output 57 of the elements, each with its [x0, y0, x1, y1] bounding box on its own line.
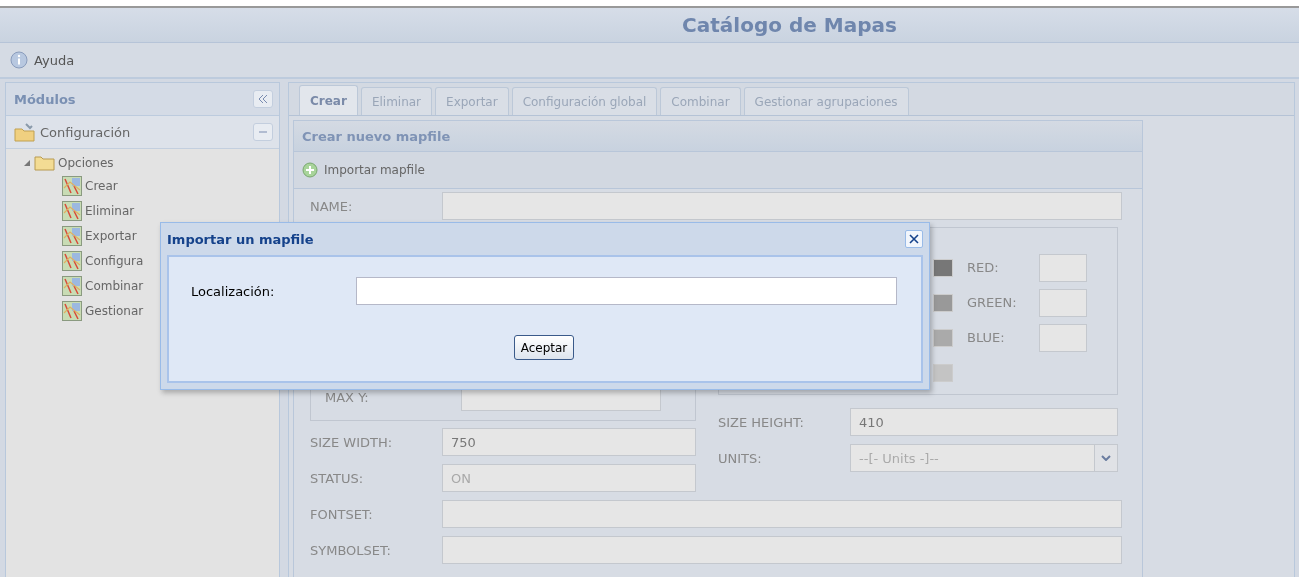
field-label: STATUS:: [310, 470, 365, 486]
tree-item[interactable]: Configura: [85, 253, 144, 268]
section-label[interactable]: Configuración: [40, 124, 131, 140]
map-icon: [62, 250, 82, 271]
field-label: SIZE HEIGHT:: [718, 414, 805, 430]
field-label: SIZE WIDTH:: [310, 434, 394, 450]
color-value-field[interactable]: [1039, 323, 1087, 352]
location-field[interactable]: [355, 277, 897, 305]
double-chevron-icon: [258, 95, 268, 103]
field-label: FONTSET:: [310, 506, 374, 522]
accept-button[interactable]: Aceptar: [513, 335, 575, 360]
app-title: Catálogo de Mapas: [682, 13, 897, 37]
map-icon: [62, 275, 82, 296]
dialog-title: Importar un mapfile: [167, 231, 314, 247]
help-link[interactable]: Ayuda: [34, 52, 75, 68]
tree-item[interactable]: Crear: [85, 178, 118, 193]
map-icon: [62, 175, 82, 196]
field-label: NAME:: [310, 198, 354, 214]
import-button[interactable]: Importar mapfile: [302, 162, 425, 178]
field-label: MAX Y:: [325, 389, 370, 405]
name-field[interactable]: [442, 192, 1122, 220]
tree-item[interactable]: Exportar: [85, 228, 137, 243]
field-label: RED:: [967, 260, 1000, 275]
map-icon: [62, 225, 82, 246]
plus-circle-icon: [302, 162, 318, 178]
color-swatch[interactable]: [933, 293, 953, 312]
chevron-down-icon: [1101, 455, 1111, 461]
map-icon: [62, 300, 82, 321]
map-icon: [62, 200, 82, 221]
close-button[interactable]: [905, 230, 923, 248]
tree-item[interactable]: Eliminar: [85, 203, 135, 218]
color-swatch[interactable]: [933, 258, 953, 277]
tab[interactable]: Crear: [299, 85, 358, 115]
folder-icon: [34, 154, 56, 172]
color-value-field[interactable]: [1039, 288, 1087, 317]
field-label: SYMBOLSET:: [310, 542, 392, 558]
symbolset-field[interactable]: [442, 536, 1122, 564]
color-swatch[interactable]: [933, 363, 953, 382]
expand-arrow-icon[interactable]: [22, 158, 32, 168]
section-toggle[interactable]: [253, 123, 273, 141]
size-width-field[interactable]: 750: [442, 428, 696, 456]
tree-item[interactable]: Gestionar: [85, 303, 144, 318]
color-swatch[interactable]: [933, 328, 953, 347]
sidebar-title: Módulos: [14, 91, 76, 107]
size-height-field[interactable]: 410: [850, 408, 1118, 436]
info-icon[interactable]: [10, 51, 28, 69]
color-value-field[interactable]: [1039, 253, 1087, 282]
close-icon: [909, 234, 919, 244]
tree-item[interactable]: Combinar: [85, 278, 144, 293]
panel-title: Crear nuevo mapfile: [294, 121, 1142, 152]
tree-item[interactable]: Opciones: [58, 156, 114, 170]
field-label: BLUE:: [967, 330, 1006, 345]
field-label: Localización:: [191, 283, 276, 299]
field-label: GREEN:: [967, 295, 1018, 310]
fontset-field[interactable]: [442, 500, 1122, 528]
collapse-button[interactable]: [253, 90, 273, 108]
field-label: UNITS:: [718, 450, 763, 466]
